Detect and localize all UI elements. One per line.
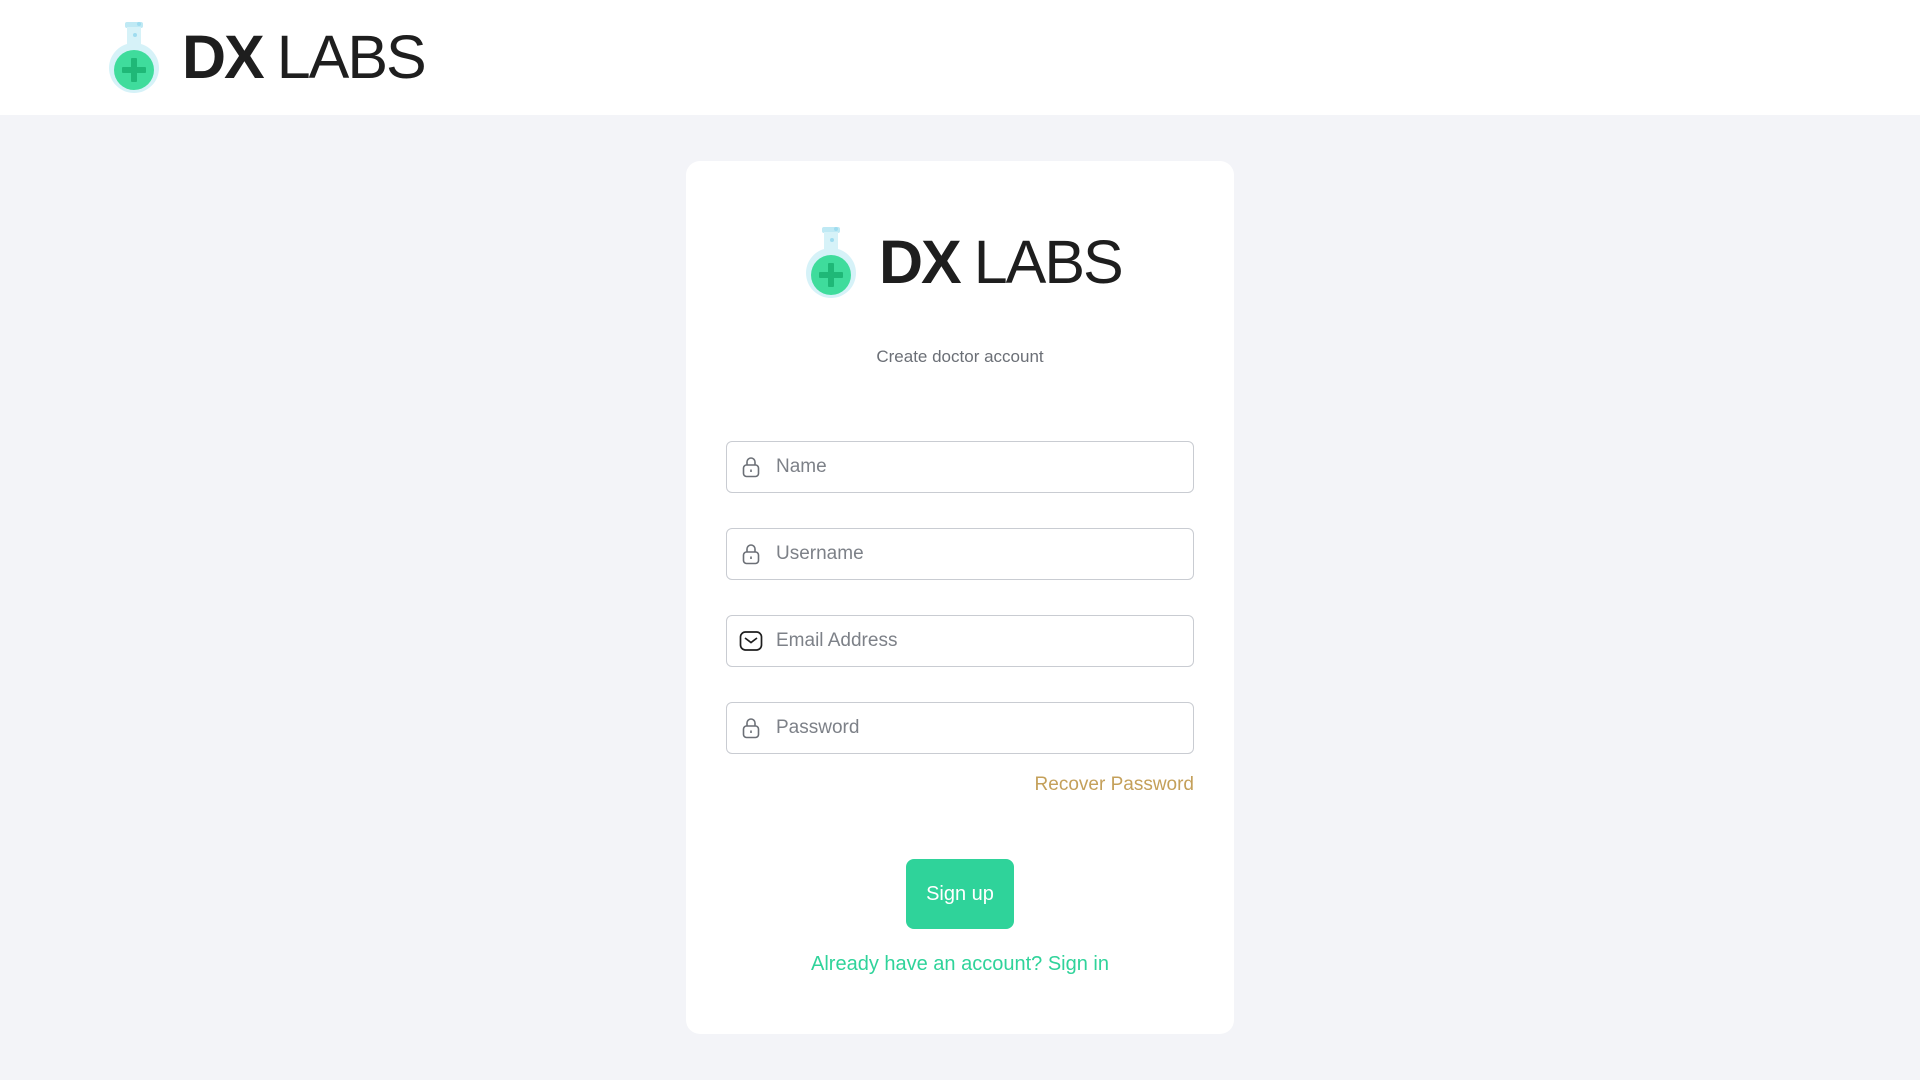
username-input[interactable] bbox=[776, 529, 1176, 579]
email-input[interactable] bbox=[776, 616, 1176, 666]
form-subtitle: Create doctor account bbox=[876, 347, 1044, 366]
brand-name-light: LABS bbox=[276, 22, 427, 91]
top-navbar: DX LABS bbox=[0, 0, 1920, 115]
envelope-icon bbox=[739, 631, 763, 651]
brand-name: DX LABS bbox=[182, 26, 427, 88]
lock-icon bbox=[742, 718, 760, 739]
lock-icon bbox=[742, 457, 760, 478]
header-logo[interactable]: DX LABS bbox=[106, 20, 427, 94]
email-field[interactable] bbox=[726, 615, 1194, 667]
username-field[interactable] bbox=[726, 528, 1194, 580]
name-field[interactable] bbox=[726, 441, 1194, 493]
password-field[interactable] bbox=[726, 702, 1194, 754]
flask-logo-icon bbox=[806, 227, 856, 298]
name-input[interactable] bbox=[776, 442, 1176, 492]
brand-name-bold: DX bbox=[879, 227, 962, 296]
brand-name-light: LABS bbox=[973, 227, 1124, 296]
recover-password-link[interactable]: Recover Password bbox=[1035, 774, 1194, 796]
password-input[interactable] bbox=[776, 703, 1176, 753]
signup-card: DX LABS Create doctor account Name Usern… bbox=[686, 161, 1234, 1034]
lock-icon bbox=[742, 544, 760, 565]
flask-logo-icon bbox=[109, 22, 159, 93]
card-logo: DX LABS bbox=[803, 225, 1124, 299]
brand-name: DX LABS bbox=[879, 231, 1124, 293]
sign-up-button[interactable]: Sign up bbox=[906, 859, 1014, 929]
brand-name-bold: DX bbox=[182, 22, 265, 91]
sign-in-link[interactable]: Already have an account? Sign in bbox=[686, 953, 1234, 976]
